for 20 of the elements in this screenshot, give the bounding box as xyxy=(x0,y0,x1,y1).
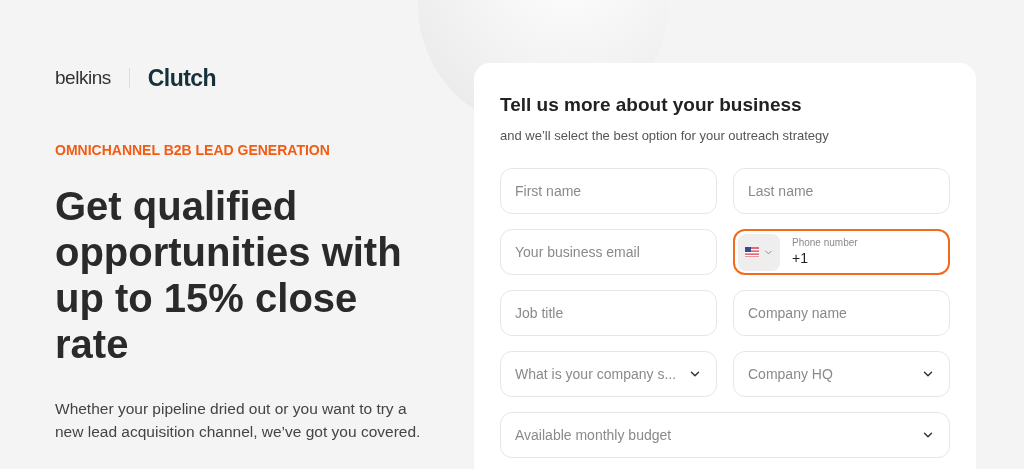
select-field[interactable]: Company HQ xyxy=(733,351,950,397)
country-selector[interactable] xyxy=(738,233,780,271)
eyebrow-text: OMNICHANNEL B2B LEAD GENERATION xyxy=(55,141,331,160)
headline: Get qualified opportunities with up to 15% close rate xyxy=(55,183,403,367)
field-value: +1 xyxy=(792,249,809,267)
form-title: Tell us more about your business xyxy=(500,93,803,117)
text-field[interactable]: Your business email xyxy=(500,229,717,275)
text-field[interactable]: Company name xyxy=(733,290,950,336)
select-field[interactable]: Available monthly budget xyxy=(500,412,950,458)
text-field[interactable]: First name xyxy=(500,168,717,214)
select-field[interactable]: What is your company s... xyxy=(500,351,717,397)
us-flag-icon xyxy=(744,247,759,257)
brand-logo: belkins xyxy=(55,65,111,90)
form-subtitle: and we’ll select the best option for your outreach strategy xyxy=(500,126,830,145)
description: Whether your pipeline dried out or you want to try a new lead acquisition channel, we’ve got you covered. xyxy=(55,399,422,442)
partner-logo: Clutch xyxy=(147,63,216,93)
field-label: Phone number xyxy=(792,237,858,250)
text-field[interactable]: Job title xyxy=(500,290,717,336)
phone-field[interactable]: Phone number +1 xyxy=(733,229,950,275)
text-field[interactable]: Last name xyxy=(733,168,950,214)
